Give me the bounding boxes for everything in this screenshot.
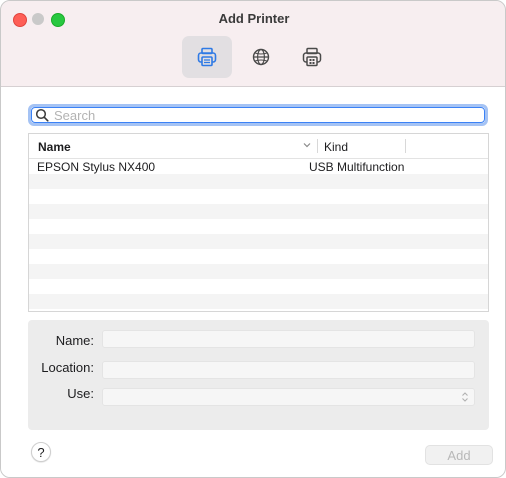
empty-row (29, 204, 488, 219)
printer-name-cell: EPSON Stylus NX400 (37, 160, 156, 174)
toolbar-windows-button[interactable] (287, 36, 337, 78)
use-select[interactable] (102, 388, 475, 406)
content-area: Name Kind EPSON Stylus NX400 USB Multifu… (1, 87, 505, 477)
column-divider[interactable] (317, 139, 318, 153)
toolbar-ip-button[interactable] (236, 36, 286, 78)
empty-row (29, 249, 488, 264)
table-body: EPSON Stylus NX400 USB Multifunction (29, 159, 488, 309)
add-button[interactable]: Add (425, 445, 493, 465)
location-field[interactable] (102, 361, 475, 379)
empty-row (29, 219, 488, 234)
help-button[interactable]: ? (31, 442, 51, 462)
table-header: Name Kind (29, 134, 488, 159)
empty-row (29, 189, 488, 204)
default-printer-icon (197, 47, 217, 67)
column-header-kind[interactable]: Kind (324, 140, 348, 154)
search-input[interactable] (54, 107, 454, 123)
globe-icon (252, 48, 270, 66)
empty-row (29, 174, 488, 189)
column-divider[interactable] (405, 139, 406, 153)
name-label: Name: (55, 333, 94, 348)
chevron-down-icon[interactable] (302, 140, 312, 150)
empty-row (29, 234, 488, 249)
column-header-name[interactable]: Name (38, 140, 71, 154)
toolbar-default-button[interactable] (182, 36, 232, 78)
printer-details-panel: Name: Location: Use: (28, 320, 489, 430)
printer-kind-cell: USB Multifunction (309, 160, 405, 174)
empty-row (29, 264, 488, 279)
empty-row (29, 279, 488, 294)
search-icon (35, 108, 49, 122)
table-row[interactable]: EPSON Stylus NX400 USB Multifunction (29, 159, 488, 174)
printer-list-table[interactable]: Name Kind EPSON Stylus NX400 USB Multifu… (28, 133, 489, 312)
updown-chevron-icon (462, 392, 468, 402)
use-label: Use: (67, 386, 94, 401)
search-field[interactable] (28, 104, 488, 126)
name-field[interactable] (102, 330, 475, 348)
windows-printer-icon (302, 47, 322, 67)
location-label: Location: (41, 360, 94, 375)
add-printer-window: Add Printer Search Name Kind EPSON Stylu… (0, 0, 506, 478)
window-title: Add Printer (218, 11, 290, 26)
titlebar: Add Printer (1, 1, 505, 87)
empty-row (29, 294, 488, 309)
